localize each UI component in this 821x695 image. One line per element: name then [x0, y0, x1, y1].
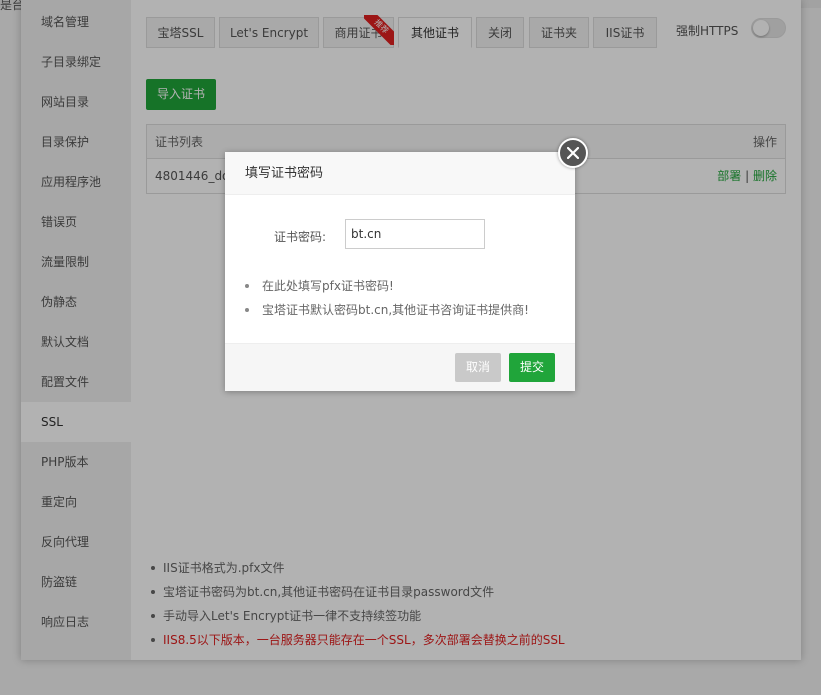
list-item: 宝塔证书默认密码bt.cn,其他证书咨询证书提供商!	[245, 298, 529, 322]
cancel-button[interactable]: 取消	[455, 353, 501, 382]
dialog-tips-list: 在此处填写pfx证书密码! 宝塔证书默认密码bt.cn,其他证书咨询证书提供商!	[245, 274, 529, 322]
dialog-title: 填写证书密码	[225, 152, 575, 195]
close-icon	[567, 147, 579, 159]
submit-button[interactable]: 提交	[509, 353, 555, 382]
cert-password-dialog: 填写证书密码 证书密码: 在此处填写pfx证书密码! 宝塔证书默认密码bt.cn…	[225, 138, 588, 391]
dialog-footer: 取消 提交	[225, 343, 575, 391]
dialog-close-button[interactable]	[558, 138, 588, 168]
password-label: 证书密码:	[274, 230, 327, 244]
password-input[interactable]	[345, 219, 485, 249]
list-item: 在此处填写pfx证书密码!	[245, 274, 529, 298]
